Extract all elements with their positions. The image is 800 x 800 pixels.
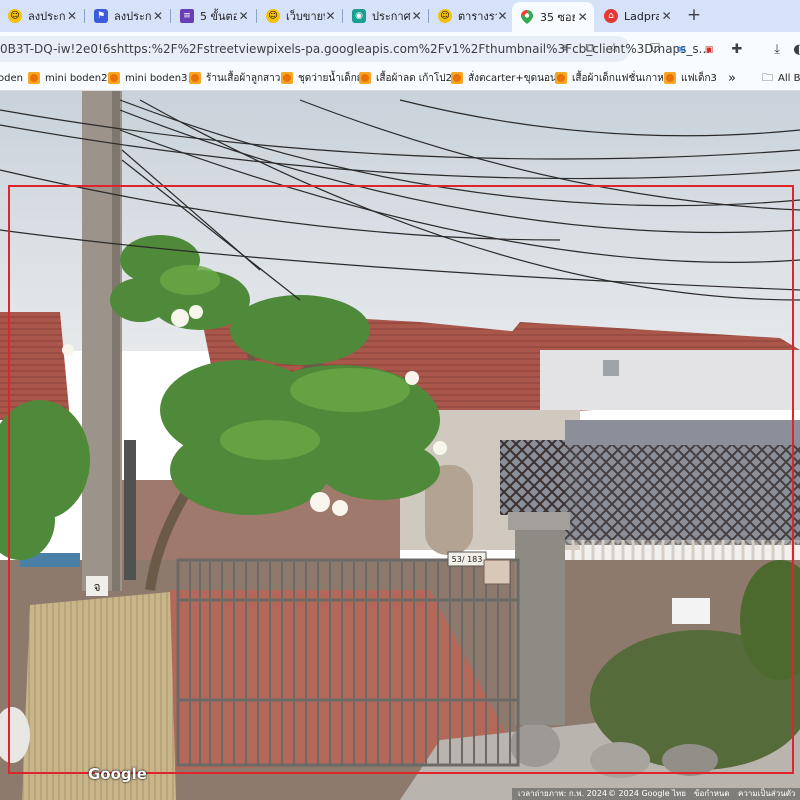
tab-5[interactable]: ◉ ประกาศขาย ✕: [344, 3, 426, 29]
bookmark-item[interactable]: oden: [0, 70, 23, 86]
google-logo: Google: [88, 765, 147, 783]
google-maps-icon: [520, 10, 534, 24]
address-bar[interactable]: 0B3T-DQ-iw!2e0!6shttps:%2F%2Fstreetviewp…: [0, 36, 710, 62]
tab-title: 5 ขั้นตอน: [200, 10, 238, 23]
bookmark-label: ชุดว่ายน้ำเด็กญ.: [298, 72, 369, 84]
download-icon[interactable]: ⤓: [768, 41, 786, 59]
bookmark-item[interactable]: สั่งตcarter+ขุดนอน: [451, 70, 557, 86]
bookmark-label: mini boden2: [45, 72, 108, 84]
tab-title: ลงประกาศ: [114, 10, 152, 23]
bookmark-item[interactable]: mini boden2: [28, 70, 107, 86]
extensions-puzzle-icon[interactable]: ✚: [728, 41, 746, 59]
close-icon[interactable]: ✕: [411, 9, 422, 23]
tab-title: ตารางราคา: [458, 10, 497, 23]
privacy-link[interactable]: ความเป็นส่วนตัว: [738, 788, 795, 800]
close-icon[interactable]: ✕: [497, 9, 508, 23]
bookmark-item[interactable]: mini boden3: [108, 70, 187, 86]
open-in-app-icon[interactable]: ⧉: [582, 41, 598, 57]
streetview-scene: 53/ 183 จ: [0, 91, 800, 800]
bookmark-label: mini boden3: [125, 72, 188, 84]
language-link[interactable]: ไทย: [672, 788, 686, 800]
tab-title: ลงประกาศ: [28, 10, 66, 23]
livinginsider-icon: ⚑: [94, 9, 108, 23]
tab-2[interactable]: ⚑ ลงประกาศ ✕: [86, 3, 168, 29]
tab-1[interactable]: ☺ ลงประกาศ ✕: [0, 3, 82, 29]
bookmark-label: เสื้อผ้าลด เก้าโป27: [376, 72, 459, 84]
bookmarks-overflow-button[interactable]: »: [728, 70, 736, 86]
tab-6[interactable]: ☺ ตารางราคา ✕: [430, 3, 512, 29]
emoji-face-icon: ☺: [438, 9, 452, 23]
bookmark-label: All B: [778, 72, 800, 84]
close-icon[interactable]: ✕: [659, 9, 674, 23]
tab-active-maps[interactable]: 35 ซอย ✕: [512, 2, 594, 32]
emoji-face-icon: ☺: [8, 9, 22, 23]
tab-3[interactable]: ≡ 5 ขั้นตอน ✕: [172, 3, 254, 29]
bookmark-label: ร้านเสื้อผ้าลูกสาว: [206, 72, 281, 84]
tab-strip: ☺ ลงประกาศ ✕ ⚑ ลงประกาศ ✕ ≡ 5 ขั้นตอน ✕ …: [0, 0, 800, 32]
tab-title: Ladpra: [624, 9, 660, 23]
close-icon[interactable]: ✕: [66, 9, 78, 23]
attribution-bar: เวลาถ่ายภาพ: ก.พ. 2024 © 2024 Google ไทย…: [0, 788, 800, 800]
all-bookmarks-folder[interactable]: 🗀 All B: [762, 70, 800, 86]
copyright-label: © 2024 Google: [608, 789, 670, 798]
document-icon: ≡: [180, 9, 194, 23]
bookmark-label: เสื้อผ้าเด็กแฟชั่นเกาหลี: [572, 72, 670, 84]
tab-4[interactable]: ☺ เว็บขายบ้าน ✕: [258, 3, 340, 29]
bookmark-favicon-icon: [664, 72, 676, 84]
bookmark-favicon-icon: [555, 72, 567, 84]
house-number-plate: 53/ 183: [452, 555, 483, 564]
bookmark-item[interactable]: เสื้อผ้าเด็กแฟชั่นเกาหลี: [555, 70, 670, 86]
tab-8[interactable]: ⌂ Ladpra ✕: [596, 3, 678, 29]
globe-icon: ◉: [352, 9, 366, 23]
tab-title: เว็บขายบ้าน: [286, 10, 325, 23]
emoji-face-icon: ☺: [266, 9, 280, 23]
bookmark-favicon-icon: [108, 72, 120, 84]
close-icon[interactable]: ✕: [575, 10, 590, 24]
bookmark-star-icon[interactable]: ☆: [606, 41, 622, 57]
bookmark-label: oden: [0, 72, 23, 84]
profile-icon[interactable]: ◐: [790, 41, 800, 59]
close-icon[interactable]: ✕: [325, 9, 336, 23]
bookmark-favicon-icon: [28, 72, 40, 84]
bookmark-label: สั่งตcarter+ขุดนอน: [468, 72, 557, 84]
new-tab-button[interactable]: +: [684, 5, 704, 25]
capture-date-label: เวลาถ่ายภาพ: ก.พ. 2024: [518, 789, 608, 798]
bookmark-favicon-icon: [359, 72, 371, 84]
bookmark-item[interactable]: แฟเด็ก3: [664, 70, 717, 86]
bookmark-item[interactable]: เสื้อผ้าลด เก้าโป27: [359, 70, 458, 86]
overflow-chevron-icon: »: [728, 70, 736, 86]
bookmark-label: แฟเด็ก3: [681, 72, 717, 84]
browser-toolbar: 0B3T-DQ-iw!2e0!6shttps:%2F%2Fstreetviewp…: [0, 32, 800, 66]
bookmark-item[interactable]: ชุดว่ายน้ำเด็กญ.: [281, 70, 369, 86]
pole-number-plate: จ: [93, 580, 100, 594]
close-icon[interactable]: ✕: [152, 9, 164, 23]
close-icon[interactable]: ✕: [237, 9, 250, 23]
bookmark-favicon-icon: [451, 72, 463, 84]
shield-icon[interactable]: ⛉: [646, 41, 664, 59]
extension-meta-icon[interactable]: ∞: [672, 41, 690, 59]
bookmark-favicon-icon: [189, 72, 201, 84]
terms-link[interactable]: ข้อกำหนด: [694, 788, 730, 800]
tab-title: 35 ซอย: [540, 11, 576, 24]
tab-title: ประกาศขาย: [372, 10, 411, 23]
streetview-panorama[interactable]: 53/ 183 จ: [0, 91, 800, 800]
folder-icon: 🗀: [762, 70, 773, 84]
bookmark-item[interactable]: ร้านเสื้อผ้าลูกสาว: [189, 70, 280, 86]
bookmarks-bar: oden mini boden2 mini boden3 ร้านเสื้อผ้…: [0, 66, 800, 91]
bookmark-favicon-icon: [281, 72, 293, 84]
location-icon[interactable]: ⌖: [557, 41, 573, 57]
url-text[interactable]: 0B3T-DQ-iw!2e0!6shttps:%2F%2Fstreetviewp…: [0, 42, 710, 56]
extension-badge-icon[interactable]: ▣: [700, 41, 718, 59]
home-icon: ⌂: [604, 9, 618, 23]
